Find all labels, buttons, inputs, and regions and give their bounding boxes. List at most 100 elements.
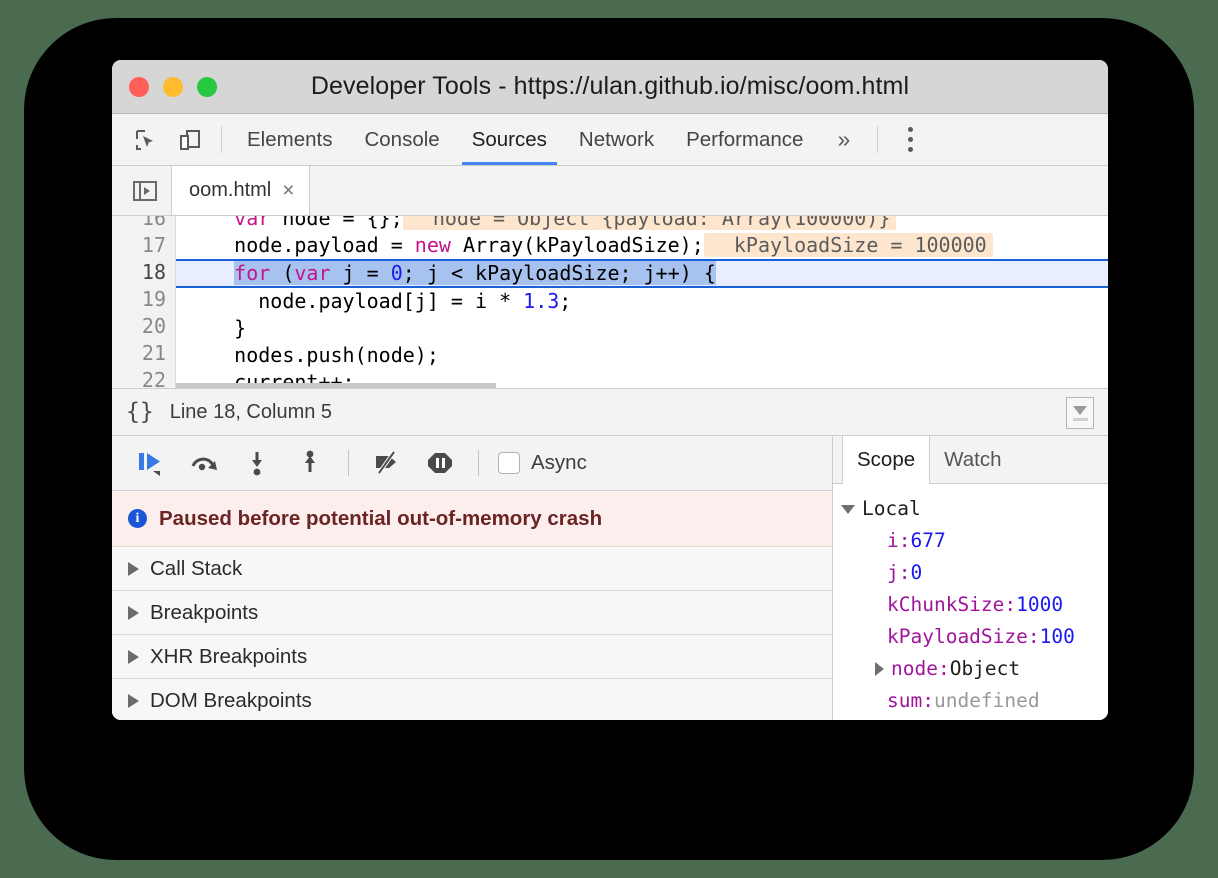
close-window-button[interactable] bbox=[129, 77, 149, 97]
maximize-window-button[interactable] bbox=[197, 77, 217, 97]
code-token: ; j < kPayloadSize; j++) { bbox=[403, 261, 716, 285]
toolbar-divider bbox=[221, 126, 222, 153]
resume-script-execution-button[interactable] bbox=[126, 440, 176, 486]
kebab-menu-icon[interactable] bbox=[887, 114, 933, 165]
code-token bbox=[186, 216, 234, 230]
step-out-of-current-function-button[interactable] bbox=[285, 440, 335, 486]
scope-name: Local bbox=[862, 493, 921, 525]
chevron-right-icon[interactable] bbox=[875, 662, 884, 676]
chevron-right-icon bbox=[128, 694, 139, 708]
tab-network[interactable]: Network bbox=[563, 114, 670, 165]
code-line[interactable]: for (var j = 0; j < kPayloadSize; j++) { bbox=[176, 259, 1108, 288]
debugger-area: Async i Paused before potential out-of-m… bbox=[112, 436, 1108, 720]
code-token: node.payload[j] = i * bbox=[186, 289, 523, 313]
section-label: Breakpoints bbox=[150, 601, 258, 625]
line-number[interactable]: 21 bbox=[112, 340, 166, 367]
code-token: 0 bbox=[391, 261, 403, 285]
debugger-toolbar-divider-2 bbox=[478, 450, 479, 476]
tab-watch[interactable]: Watch bbox=[930, 436, 1015, 483]
section-label: Call Stack bbox=[150, 557, 242, 581]
pause-reason-text: Paused before potential out-of-memory cr… bbox=[159, 507, 602, 531]
async-checkbox-row[interactable]: Async bbox=[498, 451, 587, 475]
toolbar-divider-2 bbox=[877, 126, 878, 153]
pause-on-exceptions-button[interactable] bbox=[415, 440, 465, 486]
debugger-section-breakpoints[interactable]: Breakpoints bbox=[112, 591, 832, 635]
code-line[interactable]: node.payload[j] = i * 1.3; bbox=[176, 288, 1108, 315]
code-editor[interactable]: 16171819202122 var node = {}; node = Obj… bbox=[112, 216, 1108, 388]
tab-performance[interactable]: Performance bbox=[670, 114, 819, 165]
pretty-print-icon[interactable]: {} bbox=[126, 399, 154, 425]
variable-name: kPayloadSize: bbox=[887, 621, 1040, 653]
code-token: node = {}; bbox=[270, 216, 402, 230]
chevron-right-icon bbox=[128, 562, 139, 576]
chevron-right-icon bbox=[128, 650, 139, 664]
editor-status-bar: {} Line 18, Column 5 bbox=[112, 388, 1108, 436]
variable-name: node: bbox=[891, 653, 950, 685]
line-number[interactable]: 17 bbox=[112, 232, 166, 259]
scope-tab-row: Scope Watch bbox=[833, 436, 1108, 484]
close-tab-icon[interactable]: × bbox=[282, 180, 294, 201]
line-number[interactable]: 22 bbox=[112, 367, 166, 388]
code-token: for bbox=[234, 261, 270, 285]
step-into-next-function-call-button[interactable] bbox=[232, 440, 282, 486]
code-token: nodes.push(node); bbox=[186, 343, 439, 367]
window-title: Developer Tools - https://ulan.github.io… bbox=[112, 60, 1108, 113]
tab-sources[interactable]: Sources bbox=[456, 114, 563, 165]
code-line[interactable]: nodes.push(node); bbox=[176, 342, 1108, 369]
scope-variable-tree[interactable]: Locali: 677j: 0kChunkSize: 1000kPayloadS… bbox=[833, 484, 1108, 720]
inspect-element-icon[interactable] bbox=[124, 114, 168, 165]
scope-variable-row[interactable]: sum: undefined bbox=[841, 685, 1108, 717]
tab-console[interactable]: Console bbox=[348, 114, 455, 165]
inline-value-hint: kPayloadSize = 100000 bbox=[704, 233, 993, 257]
async-checkbox[interactable] bbox=[498, 452, 520, 474]
code-token: Array(kPayloadSize); bbox=[451, 233, 704, 257]
scope-local-header[interactable]: Local bbox=[841, 493, 1108, 525]
code-line[interactable]: node.payload = new Array(kPayloadSize); … bbox=[176, 232, 1108, 259]
tab-scope[interactable]: Scope bbox=[842, 436, 930, 484]
variable-value: 100 bbox=[1040, 621, 1075, 653]
code-line[interactable]: var node = {}; node = Object {payload: A… bbox=[176, 216, 1108, 232]
variable-name: kChunkSize: bbox=[887, 589, 1016, 621]
debugger-section-xhr-breakpoints[interactable]: XHR Breakpoints bbox=[112, 635, 832, 679]
code-token: j = bbox=[331, 261, 391, 285]
cursor-position-label: Line 18, Column 5 bbox=[170, 401, 332, 424]
line-number[interactable]: 19 bbox=[112, 286, 166, 313]
code-token: node.payload = bbox=[186, 233, 415, 257]
section-label: XHR Breakpoints bbox=[150, 645, 307, 669]
panel-tab-list: Elements Console Sources Network Perform… bbox=[231, 114, 868, 165]
section-label: DOM Breakpoints bbox=[150, 689, 312, 713]
line-number[interactable]: 18 bbox=[112, 259, 166, 286]
debugger-sidebar-left: Async i Paused before potential out-of-m… bbox=[112, 436, 833, 720]
more-tabs-chevron-icon[interactable]: » bbox=[819, 114, 868, 165]
scope-variable-row[interactable]: node: Object bbox=[841, 653, 1108, 685]
line-number[interactable]: 20 bbox=[112, 313, 166, 340]
scope-variable-row[interactable]: j: 0 bbox=[841, 557, 1108, 589]
scope-pane: Scope Watch Locali: 677j: 0kChunkSize: 1… bbox=[833, 436, 1108, 720]
scope-variable-row[interactable]: kPayloadSize: 100 bbox=[841, 621, 1108, 653]
code-line[interactable]: } bbox=[176, 315, 1108, 342]
variable-name: i: bbox=[887, 525, 910, 557]
deactivate-breakpoints-button[interactable] bbox=[362, 440, 412, 486]
variable-name: sum: bbox=[887, 685, 934, 717]
traffic-lights bbox=[112, 77, 217, 97]
code-content[interactable]: var node = {}; node = Object {payload: A… bbox=[176, 216, 1108, 388]
scope-variable-row[interactable]: i: 677 bbox=[841, 525, 1108, 557]
file-tab-oom-html[interactable]: oom.html × bbox=[171, 166, 310, 215]
chevron-right-icon bbox=[128, 606, 139, 620]
minimize-window-button[interactable] bbox=[163, 77, 183, 97]
line-number[interactable]: 16 bbox=[112, 216, 166, 232]
tab-elements[interactable]: Elements bbox=[231, 114, 348, 165]
debugger-section-call-stack[interactable]: Call Stack bbox=[112, 547, 832, 591]
code-token: var bbox=[294, 261, 330, 285]
debugger-section-dom-breakpoints[interactable]: DOM Breakpoints bbox=[112, 679, 832, 720]
source-tab-row: oom.html × bbox=[112, 166, 1108, 216]
show-navigator-icon[interactable] bbox=[119, 166, 171, 215]
line-number-gutter: 16171819202122 bbox=[112, 216, 176, 388]
debugger-toolbar-divider bbox=[348, 450, 349, 476]
device-toolbar-icon[interactable] bbox=[168, 114, 212, 165]
scope-variable-row[interactable]: kChunkSize: 1000 bbox=[841, 589, 1108, 621]
collapse-drawer-icon[interactable] bbox=[1066, 397, 1094, 429]
step-over-next-function-call-button[interactable] bbox=[179, 440, 229, 486]
code-token: ; bbox=[559, 289, 571, 313]
code-token: new bbox=[415, 233, 451, 257]
